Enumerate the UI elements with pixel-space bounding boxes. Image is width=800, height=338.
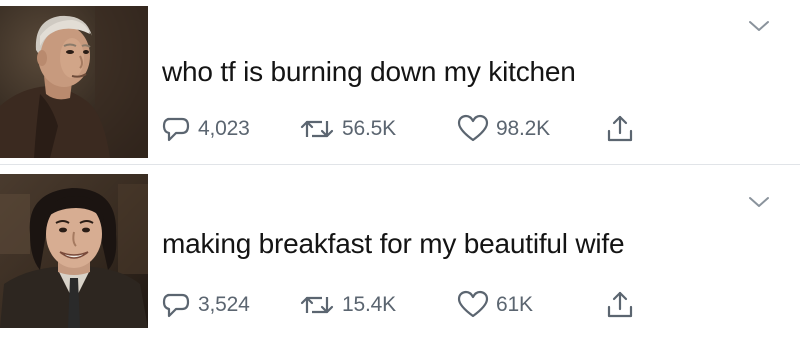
tweet[interactable]: making breakfast for my beautiful wife 3… (0, 170, 800, 334)
share-button[interactable] (604, 112, 636, 146)
retweet-icon (300, 120, 334, 138)
avatar[interactable] (0, 6, 148, 158)
share-icon (607, 291, 633, 318)
reply-count: 3,524 (198, 293, 250, 316)
retweet-button[interactable]: 15.4K (298, 288, 396, 322)
heart-icon (457, 114, 489, 142)
more-options-button[interactable] (746, 192, 772, 212)
tweet-actions: 4,023 56.5K 98.2K (160, 112, 680, 146)
tweet-divider (0, 164, 800, 165)
tweet-actions: 3,524 15.4K 61K (160, 288, 680, 322)
heart-icon (457, 290, 489, 318)
reply-count: 4,023 (198, 117, 250, 140)
tweet[interactable]: who tf is burning down my kitchen 4,023 … (0, 0, 800, 164)
reply-icon (162, 117, 190, 142)
share-icon (607, 115, 633, 142)
retweet-count: 15.4K (342, 293, 396, 316)
retweet-icon (300, 296, 334, 314)
avatar-image (0, 174, 148, 328)
reply-icon (162, 293, 190, 318)
tweet-text: who tf is burning down my kitchen (162, 56, 576, 87)
share-button[interactable] (604, 288, 636, 322)
retweet-button[interactable]: 56.5K (298, 112, 396, 146)
tweet-text: making breakfast for my beautiful wife (162, 228, 625, 259)
avatar[interactable] (0, 174, 148, 328)
more-options-button[interactable] (746, 16, 772, 36)
avatar-image (0, 6, 148, 158)
chevron-down-icon (749, 197, 769, 207)
like-button[interactable]: 61K (456, 288, 533, 322)
reply-button[interactable]: 4,023 (160, 112, 250, 146)
like-button[interactable]: 98.2K (456, 112, 550, 146)
retweet-count: 56.5K (342, 117, 396, 140)
reply-button[interactable]: 3,524 (160, 288, 250, 322)
chevron-down-icon (749, 21, 769, 31)
like-count: 98.2K (496, 117, 550, 140)
like-count: 61K (496, 293, 533, 316)
